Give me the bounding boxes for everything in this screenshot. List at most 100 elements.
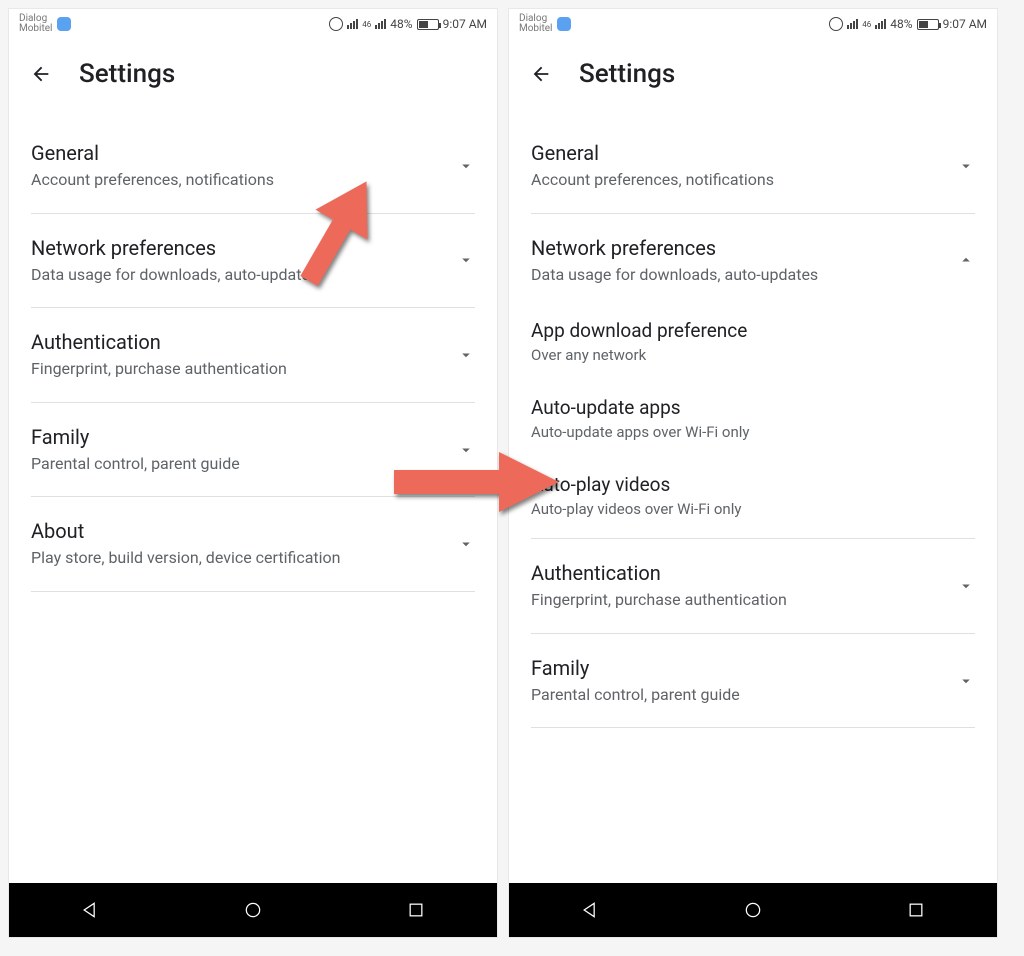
triangle-back-icon bbox=[580, 900, 600, 920]
battery-icon bbox=[917, 19, 939, 30]
chevron-up-icon bbox=[957, 251, 975, 269]
row-title: Family bbox=[31, 425, 447, 449]
row-subtitle: Account preferences, notifications bbox=[531, 169, 947, 191]
carrier-2: Mobitel bbox=[19, 24, 53, 34]
row-subtitle: Account preferences, notifications bbox=[31, 169, 447, 191]
triangle-back-icon bbox=[80, 900, 100, 920]
signal-icon-1 bbox=[847, 19, 858, 29]
subrow-auto-update-apps[interactable]: Auto-update apps Auto-update apps over W… bbox=[509, 380, 997, 457]
chevron-down-icon bbox=[457, 251, 475, 269]
row-authentication[interactable]: Authentication Fingerprint, purchase aut… bbox=[509, 543, 997, 629]
divider bbox=[531, 727, 975, 728]
row-title: Authentication bbox=[531, 561, 947, 585]
row-subtitle: Play store, build version, device certif… bbox=[31, 547, 447, 569]
eye-care-icon bbox=[329, 17, 343, 31]
square-recent-icon bbox=[906, 900, 926, 920]
signal-icon-2 bbox=[875, 19, 886, 29]
subrow-subtitle: Over any network bbox=[531, 346, 975, 364]
subrow-app-download-preference[interactable]: App download preference Over any network bbox=[509, 303, 997, 380]
clock: 9:07 AM bbox=[443, 17, 487, 31]
chevron-down-icon bbox=[957, 157, 975, 175]
row-subtitle: Parental control, parent guide bbox=[531, 684, 947, 706]
row-subtitle: Fingerprint, purchase authentication bbox=[531, 589, 947, 611]
row-general[interactable]: General Account preferences, notificatio… bbox=[509, 123, 997, 209]
carrier-2: Mobitel bbox=[519, 24, 553, 34]
android-nav-bar bbox=[509, 883, 997, 937]
row-network-preferences[interactable]: Network preferences Data usage for downl… bbox=[9, 218, 497, 304]
divider bbox=[31, 307, 475, 308]
app-header: Settings bbox=[9, 39, 497, 113]
page-title: Settings bbox=[579, 59, 675, 89]
nav-recent-button[interactable] bbox=[396, 890, 436, 930]
circle-home-icon bbox=[243, 900, 263, 920]
eye-care-icon bbox=[829, 17, 843, 31]
circle-home-icon bbox=[743, 900, 763, 920]
notification-icon bbox=[57, 17, 71, 31]
status-bar: Dialog Mobitel 46 48% 9:07 AM bbox=[9, 9, 497, 39]
battery-percent: 48% bbox=[390, 17, 412, 31]
subrow-title: Auto-update apps bbox=[531, 396, 975, 419]
settings-list: General Account preferences, notificatio… bbox=[509, 113, 997, 883]
back-arrow-icon bbox=[530, 63, 552, 85]
signal-icon-2 bbox=[375, 19, 386, 29]
divider bbox=[31, 402, 475, 403]
nav-home-button[interactable] bbox=[733, 890, 773, 930]
settings-list: General Account preferences, notificatio… bbox=[9, 113, 497, 883]
divider bbox=[531, 213, 975, 214]
chevron-down-icon bbox=[457, 157, 475, 175]
row-family[interactable]: Family Parental control, parent guide bbox=[9, 407, 497, 493]
nav-back-button[interactable] bbox=[70, 890, 110, 930]
subrow-title: Auto-play videos bbox=[531, 473, 975, 496]
row-title: Network preferences bbox=[31, 236, 447, 260]
subrow-title: App download preference bbox=[531, 319, 975, 342]
nav-home-button[interactable] bbox=[233, 890, 273, 930]
row-subtitle: Data usage for downloads, auto-updates bbox=[31, 264, 447, 286]
signal-4g-label: 46 bbox=[362, 20, 371, 29]
android-nav-bar bbox=[9, 883, 497, 937]
chevron-down-icon bbox=[457, 535, 475, 553]
subrow-auto-play-videos[interactable]: Auto-play videos Auto-play videos over W… bbox=[509, 457, 997, 534]
row-family[interactable]: Family Parental control, parent guide bbox=[509, 638, 997, 724]
status-bar: Dialog Mobitel 46 48% 9:07 AM bbox=[509, 9, 997, 39]
row-title: Family bbox=[531, 656, 947, 680]
battery-icon bbox=[417, 19, 439, 30]
row-about[interactable]: About Play store, build version, device … bbox=[9, 501, 497, 587]
row-subtitle: Parental control, parent guide bbox=[31, 453, 447, 475]
subrow-subtitle: Auto-update apps over Wi-Fi only bbox=[531, 423, 975, 441]
app-header: Settings bbox=[509, 39, 997, 113]
row-title: General bbox=[531, 141, 947, 165]
subrow-subtitle: Auto-play videos over Wi-Fi only bbox=[531, 500, 975, 518]
chevron-down-icon bbox=[957, 577, 975, 595]
row-title: About bbox=[31, 519, 447, 543]
signal-4g-label: 46 bbox=[862, 20, 871, 29]
divider bbox=[31, 213, 475, 214]
row-general[interactable]: General Account preferences, notificatio… bbox=[9, 123, 497, 209]
divider bbox=[31, 591, 475, 592]
page-title: Settings bbox=[79, 59, 175, 89]
divider bbox=[31, 496, 475, 497]
row-subtitle: Fingerprint, purchase authentication bbox=[31, 358, 447, 380]
square-recent-icon bbox=[406, 900, 426, 920]
nav-recent-button[interactable] bbox=[896, 890, 936, 930]
chevron-down-icon bbox=[957, 672, 975, 690]
row-authentication[interactable]: Authentication Fingerprint, purchase aut… bbox=[9, 312, 497, 398]
back-arrow-icon bbox=[30, 63, 52, 85]
back-button[interactable] bbox=[527, 60, 555, 88]
row-title: Authentication bbox=[31, 330, 447, 354]
phone-left: Dialog Mobitel 46 48% 9:07 AM Settings G… bbox=[8, 8, 498, 938]
battery-percent: 48% bbox=[890, 17, 912, 31]
clock: 9:07 AM bbox=[943, 17, 987, 31]
row-subtitle: Data usage for downloads, auto-updates bbox=[531, 264, 947, 286]
chevron-down-icon bbox=[457, 441, 475, 459]
row-title: Network preferences bbox=[531, 236, 947, 260]
divider bbox=[531, 633, 975, 634]
back-button[interactable] bbox=[27, 60, 55, 88]
chevron-down-icon bbox=[457, 346, 475, 364]
notification-icon bbox=[557, 17, 571, 31]
signal-icon-1 bbox=[347, 19, 358, 29]
nav-back-button[interactable] bbox=[570, 890, 610, 930]
row-title: General bbox=[31, 141, 447, 165]
divider bbox=[531, 538, 975, 539]
row-network-preferences[interactable]: Network preferences Data usage for downl… bbox=[509, 218, 997, 304]
phone-right: Dialog Mobitel 46 48% 9:07 AM Settings G… bbox=[508, 8, 998, 938]
